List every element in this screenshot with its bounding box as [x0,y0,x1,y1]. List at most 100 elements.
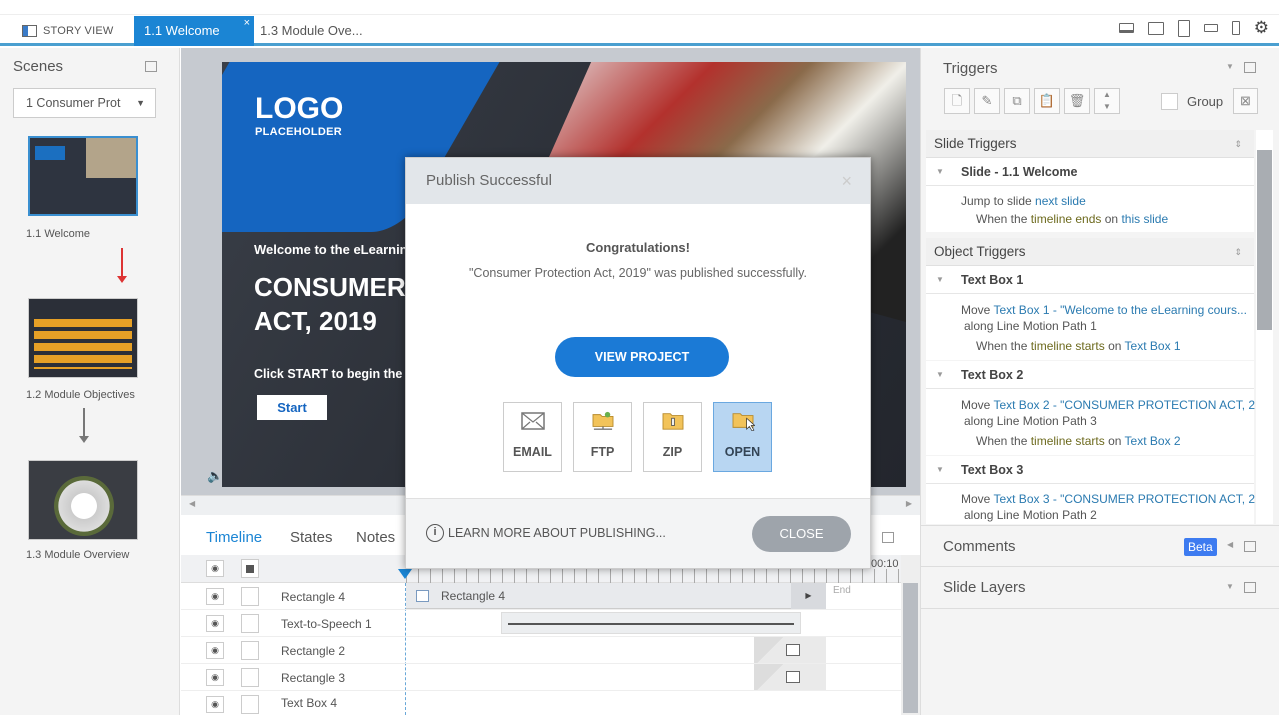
tab-1-3-module-overview[interactable]: 1.3 Module Ove... [260,16,363,46]
chevron-down-icon[interactable]: ▼ [1226,62,1234,71]
start-button[interactable]: Start [257,395,327,420]
tablet-landscape-icon[interactable] [1147,21,1164,35]
dropdown-value: 1 Consumer Prot [26,96,121,110]
story-view-icon [22,25,37,37]
open-folder-button[interactable]: OPEN [713,402,772,472]
close-button[interactable]: CLOSE [752,516,851,552]
copy-trigger-button[interactable]: ⧉ [1004,88,1030,114]
timeline-vertical-scrollbar[interactable] [901,555,920,715]
end-marker: End [833,585,851,596]
phone-portrait-icon[interactable] [1231,21,1240,35]
timeline-row[interactable]: ◉ Rectangle 2 [181,637,905,664]
trigger-item[interactable]: Move Text Box 3 - "CONSUMER PROTECTION A… [926,484,1265,524]
timeline-bar[interactable]: Rectangle 4 ▶ [406,583,826,609]
eye-icon[interactable]: ◉ [206,588,224,605]
float-panel-icon[interactable] [1244,582,1256,593]
timeline-row[interactable]: ◉ Rectangle 4 Rectangle 4 ▶ End [181,583,905,610]
trigger-item[interactable]: Move Text Box 2 - "CONSUMER PROTECTION A… [926,389,1265,455]
eye-icon[interactable]: ◉ [206,615,224,632]
folder-open-icon [732,413,755,431]
lock-checkbox[interactable] [241,587,259,606]
eye-icon[interactable]: ◉ [206,696,224,713]
slide-label: 1.2 Module Objectives [26,389,135,401]
lock-checkbox[interactable] [241,641,259,660]
move-trigger-updown-button[interactable]: ▲ ▼ [1094,88,1120,114]
envelope-icon [521,412,545,430]
comments-panel-header[interactable]: Comments Beta ◀ [921,525,1279,567]
variables-button[interactable]: ⊠ [1233,88,1258,114]
dialog-heading: Congratulations! [586,240,690,255]
email-button[interactable]: EMAIL [503,402,562,472]
trigger-group-slide[interactable]: ▼ Slide - 1.1 Welcome [926,158,1254,186]
row-name: Text Box 4 [281,696,338,710]
scenes-title: Scenes [13,58,64,75]
tablet-portrait-icon[interactable] [1177,19,1190,37]
delete-trigger-button[interactable]: 🗑 [1064,88,1090,114]
eye-icon[interactable]: ◉ [206,642,224,659]
float-panel-icon[interactable] [1244,62,1256,73]
dialog-footer: i LEARN MORE ABOUT PUBLISHING... CLOSE [406,498,870,568]
lock-checkbox[interactable] [241,695,259,714]
scene-dropdown[interactable]: 1 Consumer Prot ▼ [13,88,156,118]
arrow-down-icon [83,408,85,438]
eye-icon[interactable]: ◉ [206,560,224,577]
timeline-row[interactable]: ◉ Text-to-Speech 1 [181,610,905,637]
timeline-bar[interactable] [754,664,826,690]
trigger-item[interactable]: Jump to slide next slide When the timeli… [926,186,1254,232]
slide-thumbnail-1-2[interactable] [28,298,138,378]
dialog-title: Publish Successful [426,172,552,189]
slide-thumbnail-1-1[interactable] [28,136,138,216]
edit-trigger-button[interactable]: ✎ [974,88,1000,114]
ftp-button[interactable]: FTP [573,402,632,472]
eye-icon[interactable]: ◉ [206,669,224,686]
trigger-group-text-box-3[interactable]: ▼ Text Box 3 [926,456,1254,484]
float-panel-icon[interactable] [145,61,157,72]
paste-trigger-button[interactable]: 📋 [1034,88,1060,114]
phone-landscape-icon[interactable] [1203,24,1218,32]
lock-checkbox[interactable] [241,614,259,633]
tab-timeline[interactable]: Timeline [206,529,262,546]
timeline-row[interactable]: ◉ Text Box 4 [181,691,905,715]
row-name: Text-to-Speech 1 [281,617,372,631]
zip-button[interactable]: ZIP [643,402,702,472]
group-checkbox[interactable] [1161,93,1178,110]
new-trigger-button[interactable]: 🗋 [944,88,970,114]
trigger-group-text-box-1[interactable]: ▼ Text Box 1 [926,266,1254,294]
lock-icon[interactable] [241,559,259,578]
tab-label: 1.3 Module Ove... [260,23,363,38]
slide-layers-panel-header[interactable]: Slide Layers ▼ [921,567,1279,609]
tab-story-view[interactable]: STORY VIEW [22,16,113,46]
audio-waveform[interactable] [501,612,801,634]
tab-states[interactable]: States [290,529,333,546]
chevron-down-icon[interactable]: ▼ [1226,582,1234,591]
chevron-left-icon[interactable]: ◀ [1227,540,1233,549]
view-project-button[interactable]: VIEW PROJECT [555,337,729,377]
triggers-scrollbar[interactable] [1256,130,1273,524]
publish-successful-dialog: Publish Successful × Congratulations! "Co… [405,157,871,569]
tab-1-1-welcome[interactable]: 1.1 Welcome × [134,16,254,46]
playhead[interactable] [398,569,412,579]
slide-thumbnail-1-3[interactable] [28,460,138,540]
float-panel-icon[interactable] [1244,541,1256,552]
row-name: Rectangle 4 [281,590,346,604]
slide-layers-title: Slide Layers [943,579,1026,596]
close-tab-icon[interactable]: × [244,8,250,38]
gear-icon[interactable]: ⚙ [1254,18,1269,38]
timeline-row[interactable]: ◉ Rectangle 3 [181,664,905,691]
laptop-icon[interactable] [1118,23,1134,33]
timeline-bar[interactable] [754,637,826,663]
float-panel-icon[interactable] [882,532,894,543]
group-label: Group [1187,94,1224,109]
close-icon[interactable]: × [841,158,852,204]
tab-notes[interactable]: Notes [356,529,395,546]
object-triggers-header[interactable]: Object Triggers ⇕ [926,238,1254,266]
trigger-item[interactable]: Move Text Box 1 - "Welcome to the eLearn… [926,294,1254,360]
learn-more-link[interactable]: i LEARN MORE ABOUT PUBLISHING... [426,524,666,542]
trigger-group-text-box-2[interactable]: ▼ Text Box 2 [926,361,1254,389]
slide-triggers-header[interactable]: Slide Triggers ⇕ [926,130,1254,158]
timeline-ruler[interactable] [406,569,906,583]
ruler-label: 00:10 [871,558,899,570]
collapse-icon: ⇕ [1234,247,1242,257]
speaker-icon[interactable]: 🔈 [207,468,223,484]
lock-checkbox[interactable] [241,668,259,687]
